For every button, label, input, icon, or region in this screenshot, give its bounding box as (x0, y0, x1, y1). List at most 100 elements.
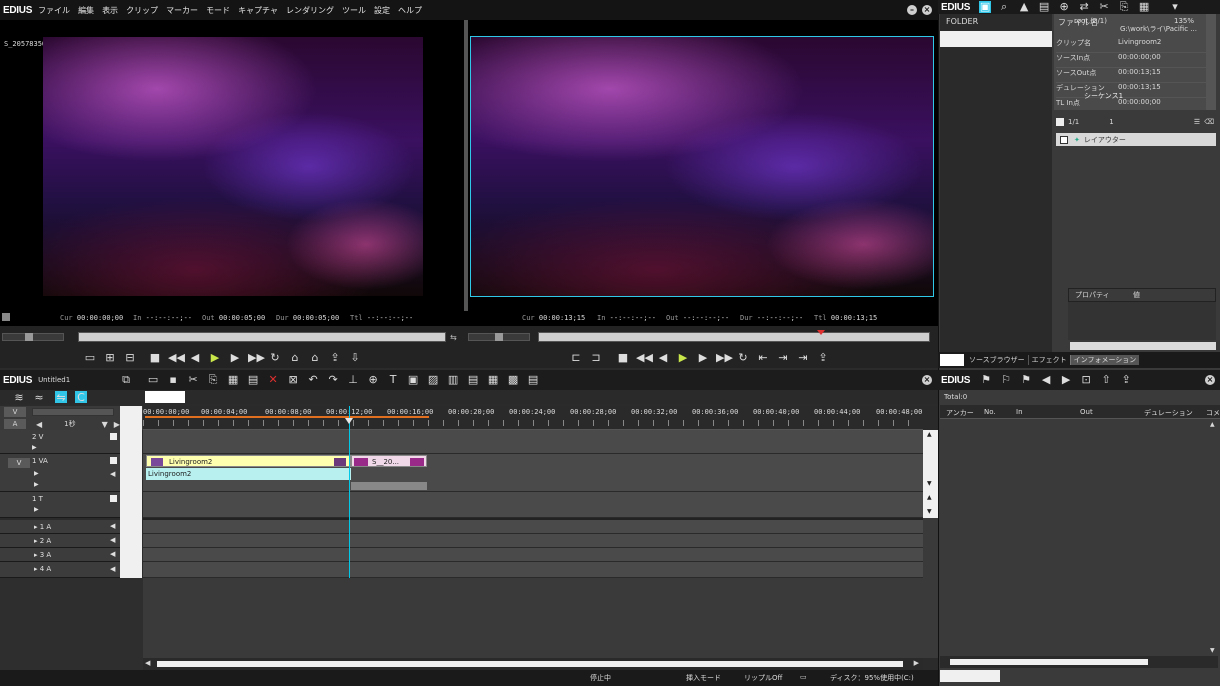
save-icon[interactable]: ▪ (166, 373, 180, 387)
scale-dropdown-icon[interactable]: ▼ (102, 420, 108, 429)
prev-edit-icon[interactable]: ⇤ (756, 351, 770, 365)
track-patch-column[interactable] (120, 406, 142, 578)
menu-marker[interactable]: マーカー (166, 5, 198, 16)
expand-icon[interactable]: ▶ (34, 481, 39, 488)
timeline-h-scrollbar[interactable]: ◀ ▶ (143, 658, 923, 670)
rewind-icon[interactable]: ◀◀ (168, 351, 185, 365)
track-4a[interactable] (143, 562, 923, 578)
marker-set-icon[interactable]: ⚐ (999, 373, 1013, 387)
trim-icon[interactable]: ▭ (83, 351, 97, 365)
menu-tools[interactable]: ツール (342, 5, 366, 16)
rec-next-frame-icon[interactable]: ▶ (696, 351, 710, 365)
track-header-1t[interactable]: 1 T ▶ (0, 492, 120, 518)
clip-list-item[interactable]: ✦ レイアウター (1056, 133, 1216, 146)
expand-icon[interactable]: ▶ (32, 444, 37, 451)
menu-edit[interactable]: 編集 (78, 5, 94, 16)
scroll-left-icon[interactable]: ◀ (145, 659, 150, 667)
scroll-up-icon[interactable]: ▲ (927, 494, 932, 501)
paste-mode-icon[interactable]: ▤ (246, 373, 260, 387)
render-icon[interactable]: ▨ (426, 373, 440, 387)
marker-import-icon[interactable]: ⇧ (1099, 373, 1113, 387)
marker-in-icon[interactable]: ⊏ (569, 351, 583, 365)
short-clip[interactable]: S__20... (351, 455, 427, 467)
rec-prev-frame-icon[interactable]: ◀ (656, 351, 670, 365)
select-all-checkbox[interactable] (1056, 118, 1064, 126)
track-2a[interactable] (143, 534, 923, 548)
track-toggle[interactable] (110, 433, 117, 440)
track-toggle[interactable] (110, 495, 117, 502)
info-scrollbar[interactable] (1206, 14, 1216, 110)
marker-h-thumb[interactable] (950, 659, 1148, 665)
track-header-3a[interactable]: ▸ 3 A ◀ (0, 548, 120, 562)
expand-icon[interactable]: ▶ (34, 506, 39, 513)
zoom-slider[interactable] (32, 408, 114, 416)
set-out-icon[interactable]: ⌂ (308, 351, 322, 365)
track-header-1a[interactable]: ▸ 1 A ◀ (0, 520, 120, 534)
rec-rewind-icon[interactable]: ◀◀ (636, 351, 653, 365)
folder-icon[interactable]: ▣ (979, 1, 992, 13)
sequence-tab[interactable] (145, 391, 185, 403)
paste-tl-icon[interactable]: ▦ (226, 373, 240, 387)
menu-file[interactable]: ファイル (38, 5, 70, 16)
group-icon[interactable]: C (75, 391, 87, 404)
trash-icon[interactable]: ⌫ (1204, 118, 1214, 126)
cut-tl-icon[interactable]: ✂ (186, 373, 200, 387)
player-monitor[interactable]: S_20578350 (0, 20, 464, 326)
track-3a[interactable] (143, 548, 923, 562)
rec-stop-icon[interactable]: ■ (616, 351, 630, 365)
menu-settings[interactable]: 設定 (374, 5, 390, 16)
speaker-icon[interactable]: ◀ (110, 470, 115, 478)
marker-list[interactable] (940, 419, 1210, 656)
sequence-label[interactable]: シーケンス1 (1084, 91, 1123, 101)
timeline-ruler[interactable]: 00:00:00;00 00:00:04;00 00:00:08;00 00:0… (143, 406, 923, 430)
menu-render[interactable]: レンダリング (286, 5, 334, 16)
track-header-1va[interactable]: V 1 VA ▶ ▶ ◀ (0, 454, 120, 492)
cut-icon[interactable]: ✂ (1097, 0, 1111, 14)
marker-h-scrollbar[interactable] (940, 656, 1218, 668)
rec-export-icon[interactable]: ⇪ (816, 351, 830, 365)
menu-clip[interactable]: クリップ (126, 5, 158, 16)
rec-loop-icon[interactable]: ↻ (736, 351, 750, 365)
track-header-2a[interactable]: ▸ 2 A ◀ (0, 534, 120, 548)
speaker-icon[interactable]: ◀ (110, 522, 115, 530)
status-mode[interactable]: 挿入モード (686, 673, 721, 683)
snap-icon[interactable]: ≈ (33, 391, 45, 404)
scroll-down-icon[interactable]: ▼ (1210, 647, 1215, 654)
video-clip[interactable]: Livingroom2 (146, 455, 351, 467)
col-no[interactable]: No. (984, 408, 996, 416)
add-clip-tl-icon[interactable]: ⊕ (366, 373, 380, 387)
up-icon[interactable]: ▲ (1017, 0, 1031, 14)
recorder-monitor[interactable] (468, 20, 938, 326)
expand-icon[interactable]: ▶ (34, 470, 39, 477)
marker-add-icon[interactable]: ⚑ (979, 373, 993, 387)
recorder-position-bar[interactable] (538, 330, 930, 342)
col-in[interactable]: In (1016, 408, 1023, 416)
folder-selected-row[interactable] (940, 31, 1052, 47)
playhead[interactable] (349, 406, 350, 578)
menu-view[interactable]: 表示 (102, 5, 118, 16)
copy-icon[interactable]: ⎘ (1117, 0, 1131, 14)
speaker-icon[interactable]: ◀ (110, 565, 115, 573)
player-position-bar[interactable] (78, 332, 446, 342)
multicam-icon[interactable]: ▣ (406, 373, 420, 387)
track-header-4a[interactable]: ▸ 4 A ◀ (0, 562, 120, 578)
tab-information[interactable]: インフォメーション (1069, 355, 1140, 365)
delete-icon[interactable]: ✕ (266, 373, 280, 387)
audio-mixer-icon[interactable]: ▤ (466, 373, 480, 387)
overwrite-tl-icon[interactable]: ⊟ (123, 351, 137, 365)
search-icon[interactable]: ⌕ (997, 0, 1011, 14)
undo-icon[interactable]: ↶ (306, 373, 320, 387)
status-monitor-icon[interactable]: ▭ (800, 673, 807, 681)
copy-tl-icon[interactable]: ⎘ (206, 373, 220, 387)
minimize-icon[interactable]: – (907, 5, 917, 15)
player-shuttle-slider[interactable] (2, 333, 64, 341)
timeline-close-icon[interactable]: × (922, 375, 932, 385)
open-icon[interactable]: ▭ (146, 373, 160, 387)
marker-next-icon[interactable]: ▶ (1059, 373, 1073, 387)
paste-icon[interactable]: ▦ (1137, 0, 1151, 14)
settings-tl-icon[interactable]: ▩ (506, 373, 520, 387)
speaker-icon[interactable]: ◀ (110, 536, 115, 544)
next-edit-icon[interactable]: ⇥ (776, 351, 790, 365)
col-duration[interactable]: デュレーション (1144, 408, 1193, 418)
scroll-up-icon[interactable]: ▲ (1210, 421, 1215, 428)
